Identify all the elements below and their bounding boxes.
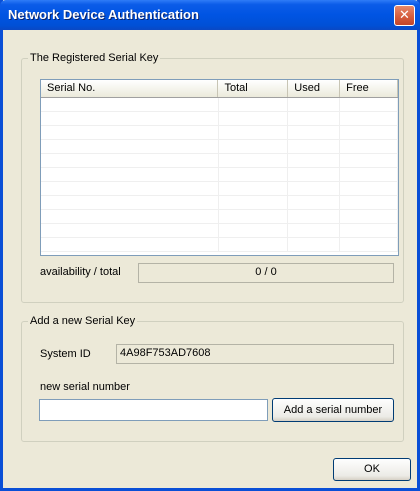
- column-free[interactable]: Free: [340, 80, 398, 97]
- list-empty-row: [41, 154, 398, 168]
- availability-value: 0 / 0: [255, 266, 277, 278]
- list-empty-cell: [340, 126, 398, 139]
- list-empty-cell: [219, 196, 289, 209]
- list-empty-cell: [340, 168, 398, 181]
- list-empty-row: [41, 196, 398, 210]
- system-id-label: System ID: [40, 348, 91, 360]
- list-empty-cell: [340, 140, 398, 153]
- list-empty-row: [41, 112, 398, 126]
- list-empty-cell: [340, 154, 398, 167]
- serial-key-list[interactable]: Serial No. Total Used Free: [40, 79, 399, 256]
- list-empty-cell: [219, 210, 289, 223]
- availability-field: 0 / 0: [138, 263, 394, 283]
- list-empty-cell: [288, 196, 341, 209]
- list-empty-row: [41, 182, 398, 196]
- list-empty-cell: [288, 182, 341, 195]
- list-empty-cell: [340, 224, 398, 237]
- list-empty-cell: [41, 210, 219, 223]
- column-used[interactable]: Used: [288, 80, 341, 97]
- availability-label: availability / total: [40, 266, 121, 278]
- list-empty-cell: [340, 182, 398, 195]
- window-title: Network Device Authentication: [8, 7, 199, 22]
- list-empty-row: [41, 210, 398, 224]
- title-bar[interactable]: Network Device Authentication ✕: [0, 0, 420, 30]
- list-empty-cell: [219, 182, 289, 195]
- list-empty-cell: [219, 168, 289, 181]
- registered-group-legend: The Registered Serial Key: [28, 52, 161, 64]
- list-empty-cell: [41, 238, 219, 251]
- close-icon: ✕: [399, 8, 410, 23]
- list-empty-cell: [41, 126, 219, 139]
- list-empty-cell: [41, 98, 219, 111]
- list-empty-cell: [41, 112, 219, 125]
- system-id-value: 4A98F753AD7608: [120, 347, 211, 359]
- list-empty-cell: [340, 98, 398, 111]
- list-empty-cell: [288, 168, 341, 181]
- list-empty-cell: [288, 238, 341, 251]
- list-empty-cell: [340, 210, 398, 223]
- list-empty-cell: [219, 140, 289, 153]
- list-empty-cell: [41, 154, 219, 167]
- list-empty-cell: [288, 112, 341, 125]
- list-empty-cell: [219, 112, 289, 125]
- list-empty-cell: [41, 140, 219, 153]
- list-empty-cell: [41, 224, 219, 237]
- list-empty-cell: [288, 98, 341, 111]
- list-empty-cell: [219, 154, 289, 167]
- list-empty-cell: [340, 238, 398, 251]
- add-serial-button[interactable]: Add a serial number: [272, 398, 394, 422]
- list-empty-cell: [288, 126, 341, 139]
- close-button[interactable]: ✕: [394, 5, 415, 26]
- list-empty-row: [41, 98, 398, 112]
- list-empty-row: [41, 238, 398, 252]
- list-empty-cell: [219, 238, 289, 251]
- list-empty-cell: [219, 126, 289, 139]
- list-empty-cell: [219, 98, 289, 111]
- list-body[interactable]: [41, 98, 398, 252]
- add-group-legend: Add a new Serial Key: [28, 315, 138, 327]
- column-total[interactable]: Total: [218, 80, 289, 97]
- list-empty-cell: [340, 196, 398, 209]
- list-empty-cell: [288, 154, 341, 167]
- list-empty-cell: [41, 196, 219, 209]
- system-id-field: 4A98F753AD7608: [116, 344, 394, 364]
- list-empty-row: [41, 168, 398, 182]
- list-empty-cell: [288, 210, 341, 223]
- new-serial-label: new serial number: [40, 381, 130, 393]
- column-serial-no[interactable]: Serial No.: [41, 80, 219, 97]
- list-empty-cell: [340, 112, 398, 125]
- list-header: Serial No. Total Used Free: [41, 80, 398, 98]
- list-empty-cell: [219, 224, 289, 237]
- list-empty-cell: [41, 168, 219, 181]
- ok-button[interactable]: OK: [333, 458, 411, 481]
- list-empty-cell: [288, 140, 341, 153]
- list-empty-cell: [41, 182, 219, 195]
- list-empty-row: [41, 126, 398, 140]
- list-empty-row: [41, 140, 398, 154]
- new-serial-input[interactable]: [39, 399, 268, 421]
- list-empty-cell: [288, 224, 341, 237]
- list-empty-row: [41, 224, 398, 238]
